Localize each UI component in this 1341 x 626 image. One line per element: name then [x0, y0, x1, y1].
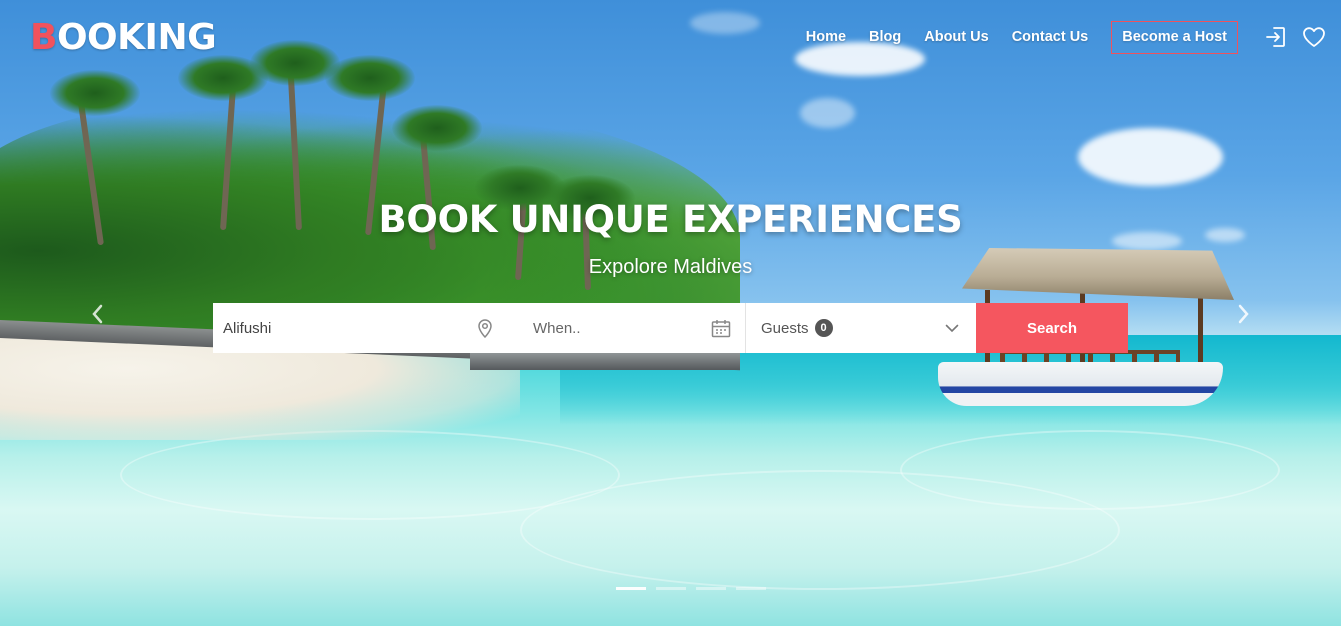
carousel-dot[interactable]: [616, 587, 646, 590]
carousel-dots: [616, 587, 766, 590]
cloud: [1078, 128, 1223, 186]
location-field: [213, 303, 509, 353]
hero-subtitle: Expolore Maldives: [588, 256, 753, 278]
chevron-down-icon: [942, 318, 962, 338]
calendar-icon[interactable]: [711, 318, 731, 338]
jetty-platform: [470, 350, 740, 370]
date-field: [509, 303, 746, 353]
heart-icon[interactable]: [1301, 24, 1327, 50]
main-nav: Home Blog About Us Contact Us Become a H…: [806, 20, 1341, 54]
carousel-dot[interactable]: [656, 587, 686, 590]
cloud: [800, 98, 855, 128]
location-pin-icon: [475, 318, 495, 338]
logo[interactable]: BOOKING: [30, 17, 217, 58]
nav-blog[interactable]: Blog: [869, 29, 901, 45]
hero-title: BOOK UNIQUE EXPERIENCES: [378, 198, 963, 241]
ripple: [900, 430, 1280, 510]
carousel-dot[interactable]: [736, 587, 766, 590]
login-icon[interactable]: [1263, 24, 1289, 50]
location-input[interactable]: [213, 303, 509, 353]
guests-count-badge: 0: [814, 319, 833, 337]
logo-text: OOKING: [56, 17, 217, 58]
search-bar: Guests 0 Search: [213, 303, 1128, 353]
guests-label: Guests: [761, 319, 809, 337]
nav-contact-us[interactable]: Contact Us: [1012, 29, 1089, 45]
palm-frond: [392, 105, 482, 151]
palm-frond: [50, 70, 140, 116]
carousel-dot[interactable]: [696, 587, 726, 590]
carousel-prev-arrow[interactable]: [86, 302, 108, 326]
search-button[interactable]: Search: [976, 303, 1128, 353]
become-a-host-button[interactable]: Become a Host: [1111, 20, 1238, 54]
boat-hull: [938, 362, 1223, 406]
carousel-next-arrow[interactable]: [1233, 302, 1255, 326]
guests-dropdown[interactable]: Guests 0: [746, 303, 976, 353]
nav-home[interactable]: Home: [806, 29, 846, 45]
boat-post: [1198, 295, 1203, 370]
nav-about-us[interactable]: About Us: [924, 29, 988, 45]
logo-accent-letter: B: [30, 17, 57, 58]
date-input[interactable]: [509, 303, 745, 353]
site-header: BOOKING Home Blog About Us Contact Us Be…: [0, 0, 1341, 76]
